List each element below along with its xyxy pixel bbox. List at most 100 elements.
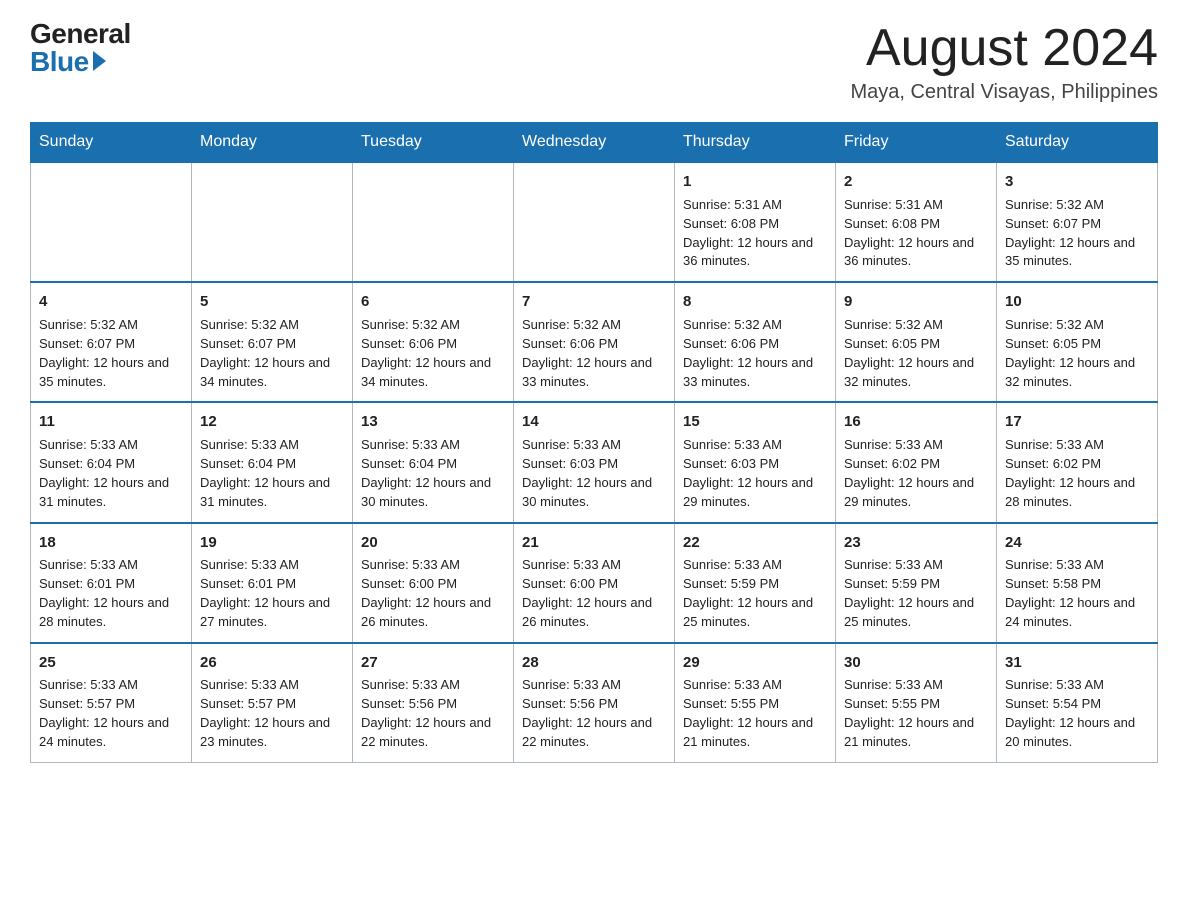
calendar-cell: 19Sunrise: 5:33 AM Sunset: 6:01 PM Dayli…	[192, 523, 353, 643]
day-number: 31	[1005, 652, 1149, 674]
day-number: 24	[1005, 532, 1149, 554]
day-info: Sunrise: 5:33 AM Sunset: 5:57 PM Dayligh…	[200, 676, 344, 751]
weekday-header-saturday: Saturday	[997, 123, 1158, 163]
day-info: Sunrise: 5:32 AM Sunset: 6:05 PM Dayligh…	[844, 316, 988, 391]
day-info: Sunrise: 5:33 AM Sunset: 5:56 PM Dayligh…	[522, 676, 666, 751]
weekday-header-monday: Monday	[192, 123, 353, 163]
calendar-table: SundayMondayTuesdayWednesdayThursdayFrid…	[30, 122, 1158, 763]
day-number: 14	[522, 411, 666, 433]
day-info: Sunrise: 5:32 AM Sunset: 6:07 PM Dayligh…	[39, 316, 183, 391]
day-info: Sunrise: 5:32 AM Sunset: 6:07 PM Dayligh…	[200, 316, 344, 391]
day-number: 16	[844, 411, 988, 433]
day-info: Sunrise: 5:32 AM Sunset: 6:06 PM Dayligh…	[683, 316, 827, 391]
day-info: Sunrise: 5:31 AM Sunset: 6:08 PM Dayligh…	[683, 196, 827, 271]
calendar-week-row: 11 Sunrise: 5:33 AM Sunset: 6:04 PM Dayli…	[31, 402, 1158, 522]
calendar-cell: 20Sunrise: 5:33 AM Sunset: 6:00 PM Dayli…	[353, 523, 514, 643]
day-info: Sunrise: 5:33 AM Sunset: 6:04 PM Dayligh…	[39, 436, 183, 511]
day-number: 17	[1005, 411, 1149, 433]
weekday-header-friday: Friday	[836, 123, 997, 163]
day-number: 23	[844, 532, 988, 554]
title-area: August 2024 Maya, Central Visayas, Phili…	[850, 20, 1158, 104]
calendar-cell: 12 Sunrise: 5:33 AM Sunset: 6:04 PM Dayli…	[192, 402, 353, 522]
day-number: 7	[522, 291, 666, 313]
calendar-cell: 29Sunrise: 5:33 AM Sunset: 5:55 PM Dayli…	[675, 643, 836, 763]
day-info: Sunrise: 5:33 AM Sunset: 6:02 PM Dayligh…	[844, 436, 988, 511]
calendar-cell: 9 Sunrise: 5:32 AM Sunset: 6:05 PM Daylig…	[836, 282, 997, 402]
day-number: 4	[39, 291, 183, 313]
logo-general-text: General	[30, 20, 131, 48]
day-info: Sunrise: 5:32 AM Sunset: 6:07 PM Dayligh…	[1005, 196, 1149, 271]
calendar-cell: 2 Sunrise: 5:31 AM Sunset: 6:08 PM Daylig…	[836, 162, 997, 282]
day-info: Sunrise: 5:33 AM Sunset: 6:03 PM Dayligh…	[522, 436, 666, 511]
calendar-cell: 22Sunrise: 5:33 AM Sunset: 5:59 PM Dayli…	[675, 523, 836, 643]
day-number: 26	[200, 652, 344, 674]
month-title: August 2024	[850, 20, 1158, 77]
calendar-cell: 3 Sunrise: 5:32 AM Sunset: 6:07 PM Daylig…	[997, 162, 1158, 282]
calendar-cell: 24Sunrise: 5:33 AM Sunset: 5:58 PM Dayli…	[997, 523, 1158, 643]
day-number: 15	[683, 411, 827, 433]
day-info: Sunrise: 5:33 AM Sunset: 6:01 PM Dayligh…	[200, 556, 344, 631]
day-info: Sunrise: 5:33 AM Sunset: 5:58 PM Dayligh…	[1005, 556, 1149, 631]
calendar-cell: 31Sunrise: 5:33 AM Sunset: 5:54 PM Dayli…	[997, 643, 1158, 763]
day-number: 30	[844, 652, 988, 674]
day-info: Sunrise: 5:33 AM Sunset: 5:59 PM Dayligh…	[844, 556, 988, 631]
calendar-cell	[31, 162, 192, 282]
day-number: 27	[361, 652, 505, 674]
calendar-cell: 4 Sunrise: 5:32 AM Sunset: 6:07 PM Daylig…	[31, 282, 192, 402]
logo-triangle-icon	[93, 51, 106, 71]
calendar-cell: 30Sunrise: 5:33 AM Sunset: 5:55 PM Dayli…	[836, 643, 997, 763]
day-number: 29	[683, 652, 827, 674]
day-number: 13	[361, 411, 505, 433]
day-info: Sunrise: 5:33 AM Sunset: 5:55 PM Dayligh…	[844, 676, 988, 751]
calendar-cell: 14 Sunrise: 5:33 AM Sunset: 6:03 PM Dayli…	[514, 402, 675, 522]
calendar-cell: 11 Sunrise: 5:33 AM Sunset: 6:04 PM Dayli…	[31, 402, 192, 522]
weekday-header-tuesday: Tuesday	[353, 123, 514, 163]
day-info: Sunrise: 5:33 AM Sunset: 6:00 PM Dayligh…	[522, 556, 666, 631]
calendar-cell: 27Sunrise: 5:33 AM Sunset: 5:56 PM Dayli…	[353, 643, 514, 763]
weekday-header-thursday: Thursday	[675, 123, 836, 163]
day-info: Sunrise: 5:33 AM Sunset: 5:57 PM Dayligh…	[39, 676, 183, 751]
calendar-week-row: 1Sunrise: 5:31 AM Sunset: 6:08 PM Daylig…	[31, 162, 1158, 282]
day-number: 19	[200, 532, 344, 554]
calendar-cell: 21Sunrise: 5:33 AM Sunset: 6:00 PM Dayli…	[514, 523, 675, 643]
day-number: 11	[39, 411, 183, 433]
day-number: 20	[361, 532, 505, 554]
calendar-cell: 15 Sunrise: 5:33 AM Sunset: 6:03 PM Dayli…	[675, 402, 836, 522]
day-number: 21	[522, 532, 666, 554]
day-number: 12	[200, 411, 344, 433]
day-info: Sunrise: 5:33 AM Sunset: 6:03 PM Dayligh…	[683, 436, 827, 511]
day-info: Sunrise: 5:32 AM Sunset: 6:06 PM Dayligh…	[361, 316, 505, 391]
day-info: Sunrise: 5:33 AM Sunset: 5:54 PM Dayligh…	[1005, 676, 1149, 751]
day-info: Sunrise: 5:32 AM Sunset: 6:05 PM Dayligh…	[1005, 316, 1149, 391]
day-info: Sunrise: 5:33 AM Sunset: 6:04 PM Dayligh…	[361, 436, 505, 511]
day-number: 6	[361, 291, 505, 313]
day-number: 2	[844, 171, 988, 193]
page-header: General Blue August 2024 Maya, Central V…	[30, 20, 1158, 104]
calendar-cell: 1Sunrise: 5:31 AM Sunset: 6:08 PM Daylig…	[675, 162, 836, 282]
calendar-cell: 16 Sunrise: 5:33 AM Sunset: 6:02 PM Dayli…	[836, 402, 997, 522]
calendar-cell	[192, 162, 353, 282]
calendar-week-row: 25Sunrise: 5:33 AM Sunset: 5:57 PM Dayli…	[31, 643, 1158, 763]
day-info: Sunrise: 5:33 AM Sunset: 6:00 PM Dayligh…	[361, 556, 505, 631]
day-number: 3	[1005, 171, 1149, 193]
calendar-cell: 5 Sunrise: 5:32 AM Sunset: 6:07 PM Daylig…	[192, 282, 353, 402]
day-number: 18	[39, 532, 183, 554]
calendar-week-row: 18 Sunrise: 5:33 AM Sunset: 6:01 PM Dayli…	[31, 523, 1158, 643]
calendar-cell: 28Sunrise: 5:33 AM Sunset: 5:56 PM Dayli…	[514, 643, 675, 763]
day-number: 5	[200, 291, 344, 313]
calendar-cell: 18Sunrise: 5:33 AM Sunset: 6:01 PM Dayli…	[31, 523, 192, 643]
day-info: Sunrise: 5:31 AM Sunset: 6:08 PM Dayligh…	[844, 196, 988, 271]
day-info: Sunrise: 5:33 AM Sunset: 5:56 PM Dayligh…	[361, 676, 505, 751]
day-info: Sunrise: 5:33 AM Sunset: 5:59 PM Dayligh…	[683, 556, 827, 631]
calendar-cell: 25Sunrise: 5:33 AM Sunset: 5:57 PM Dayli…	[31, 643, 192, 763]
logo-blue-text: Blue	[30, 48, 89, 76]
day-number: 9	[844, 291, 988, 313]
calendar-cell: 7Sunrise: 5:32 AM Sunset: 6:06 PM Daylig…	[514, 282, 675, 402]
calendar-header-row: SundayMondayTuesdayWednesdayThursdayFrid…	[31, 123, 1158, 163]
calendar-cell: 8Sunrise: 5:32 AM Sunset: 6:06 PM Daylig…	[675, 282, 836, 402]
day-number: 25	[39, 652, 183, 674]
day-number: 28	[522, 652, 666, 674]
calendar-cell: 13 Sunrise: 5:33 AM Sunset: 6:04 PM Dayli…	[353, 402, 514, 522]
day-info: Sunrise: 5:33 AM Sunset: 6:04 PM Dayligh…	[200, 436, 344, 511]
calendar-cell: 10Sunrise: 5:32 AM Sunset: 6:05 PM Dayli…	[997, 282, 1158, 402]
